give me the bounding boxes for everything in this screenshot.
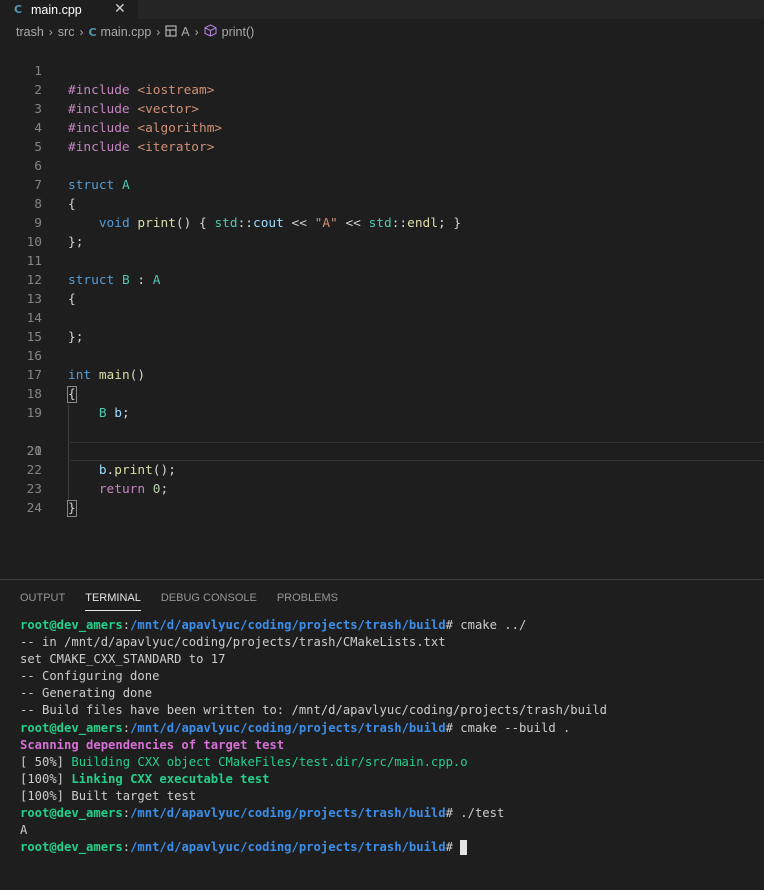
prompt-path: /mnt/d/apavlyuc/coding/projects/trash/bu…: [130, 840, 446, 855]
terminal-line: [100%] Linking CXX executable test: [20, 771, 607, 788]
struct-icon: [165, 25, 177, 40]
code-line: 9 };: [0, 195, 764, 250]
terminal-line: -- Generating done: [20, 686, 153, 701]
tab-main-cpp[interactable]: C main.cpp ✕: [0, 0, 138, 19]
terminal-command: cmake ../: [452, 618, 527, 632]
prompt-hash: #: [445, 618, 453, 632]
prompt-path: /mnt/d/apavlyuc/coding/projects/trash/bu…: [130, 720, 446, 735]
terminal-line: [100%] Built target test: [20, 788, 197, 803]
terminal-output[interactable]: root@dev_amers:/mnt/d/apavlyuc/coding/pr…: [20, 617, 607, 856]
code-line: 12 {: [0, 252, 764, 307]
prompt-hash: #: [445, 840, 453, 855]
code-line: 2 #include <vector>: [0, 62, 764, 117]
code-line: 21: [0, 423, 764, 459]
code-line: 19: [0, 385, 764, 421]
line-number: 24: [26, 501, 42, 516]
code-line: 23 }: [0, 461, 764, 517]
breadcrumb-struct-label: A: [181, 25, 190, 39]
terminal-line: Scanning dependencies of target test: [20, 737, 285, 752]
code-line: 13: [0, 271, 764, 307]
code-line: 15: [0, 309, 764, 345]
method-cube-icon: [204, 24, 217, 40]
code-line: 7 {: [0, 157, 764, 212]
breadcrumb-item-struct[interactable]: A: [165, 25, 190, 40]
panel-tabs: OUTPUT TERMINAL DEBUG CONSOLE PROBLEMS: [20, 592, 358, 611]
editor-tab-bar: C main.cpp ✕: [0, 0, 764, 19]
tab-output[interactable]: OUTPUT: [20, 592, 65, 611]
terminal-line: root@dev_amers:/mnt/d/apavlyuc/coding/pr…: [20, 617, 607, 634]
breadcrumb-file-label: main.cpp: [100, 25, 152, 39]
code-line: 5: [0, 119, 764, 155]
tab-terminal[interactable]: TERMINAL: [85, 592, 141, 611]
progress-percent: [ 50%]: [20, 754, 65, 769]
chevron-right-icon: ›: [194, 25, 199, 39]
code-line: 6 struct A: [0, 138, 764, 193]
code-line: 18 B b;: [0, 366, 764, 421]
code-line: 16 int main(): [0, 328, 764, 383]
breadcrumb-method-label: print(): [221, 25, 255, 39]
terminal-command: ./test: [452, 806, 505, 821]
prompt-colon: :: [122, 806, 131, 821]
prompt-colon: :: [122, 840, 131, 855]
terminal-line: set CMAKE_CXX_STANDARD to 17: [20, 652, 226, 667]
prompt-path: /mnt/d/apavlyuc/coding/projects/trash/bu…: [130, 806, 446, 821]
bottom-panel: OUTPUT TERMINAL DEBUG CONSOLE PROBLEMS r…: [0, 579, 764, 890]
progress-percent: [100%]: [20, 771, 65, 786]
code-line: 17 {: [0, 347, 764, 403]
link-message: Linking CXX executable test: [64, 771, 270, 786]
prompt-user: root@dev_amers: [20, 720, 123, 735]
prompt-hash: #: [445, 806, 453, 821]
terminal-command: cmake --build .: [452, 720, 571, 735]
terminal-line: A: [20, 823, 28, 838]
terminal-line: -- in /mnt/d/apavlyuc/coding/projects/tr…: [20, 635, 446, 650]
build-message: Building CXX object CMakeFiles/test.dir/…: [64, 754, 468, 769]
breadcrumb-item-src[interactable]: src: [58, 25, 75, 39]
code-line: 22 return 0;: [0, 442, 764, 497]
code-line: 3 #include <algorithm>: [0, 81, 764, 136]
breadcrumb-item-method[interactable]: print(): [204, 24, 255, 40]
terminal-line: root@dev_amers:/mnt/d/apavlyuc/coding/pr…: [20, 805, 607, 822]
code-line: 10: [0, 214, 764, 250]
prompt-user: root@dev_amers: [20, 618, 123, 632]
cpp-file-icon: C: [88, 25, 97, 39]
tab-problems[interactable]: PROBLEMS: [277, 592, 338, 611]
matched-brace: }: [67, 500, 77, 517]
terminal-line: [ 50%] Building CXX object CMakeFiles/te…: [20, 754, 607, 771]
tab-label: main.cpp: [31, 2, 82, 17]
terminal-cursor: [460, 840, 468, 856]
tab-debug-console[interactable]: DEBUG CONSOLE: [161, 592, 257, 611]
code-line: 24: [0, 480, 764, 516]
prompt-colon: :: [122, 720, 131, 735]
code-line: 1 #include <iostream>: [0, 43, 764, 98]
breadcrumb-item-trash[interactable]: trash: [16, 25, 44, 39]
terminal-line: -- Configuring done: [20, 669, 160, 684]
chevron-right-icon: ›: [156, 25, 161, 39]
code-line: 4 #include <iterator>: [0, 100, 764, 155]
prompt-hash: #: [445, 720, 453, 735]
code-editor[interactable]: 1 #include <iostream> 2 #include <vector…: [0, 43, 764, 578]
chevron-right-icon: ›: [48, 25, 53, 39]
breadcrumb: trash › src › C main.cpp › A › print(): [0, 19, 764, 45]
prompt-user: root@dev_amers: [20, 806, 123, 821]
terminal-line: -- Build files have been written to: /mn…: [20, 703, 607, 718]
code-line-current: 20 b.print();: [0, 404, 764, 478]
cpp-file-icon: C: [14, 3, 23, 16]
terminal-line-prompt: root@dev_amers:/mnt/d/apavlyuc/coding/pr…: [20, 839, 607, 856]
terminal-line: root@dev_amers:/mnt/d/apavlyuc/coding/pr…: [20, 720, 607, 737]
code-line: 14 };: [0, 290, 764, 345]
chevron-right-icon: ›: [79, 25, 84, 39]
code-line: 8 void print() { std::cout << "A" << std…: [0, 176, 764, 231]
close-icon[interactable]: ✕: [114, 0, 126, 19]
prompt-user: root@dev_amers: [20, 840, 123, 855]
breadcrumb-item-file[interactable]: C main.cpp: [88, 25, 151, 39]
prompt-colon: :: [122, 618, 131, 632]
code-line: 11 struct B : A: [0, 233, 764, 288]
prompt-path: /mnt/d/apavlyuc/coding/projects/trash/bu…: [130, 618, 446, 632]
